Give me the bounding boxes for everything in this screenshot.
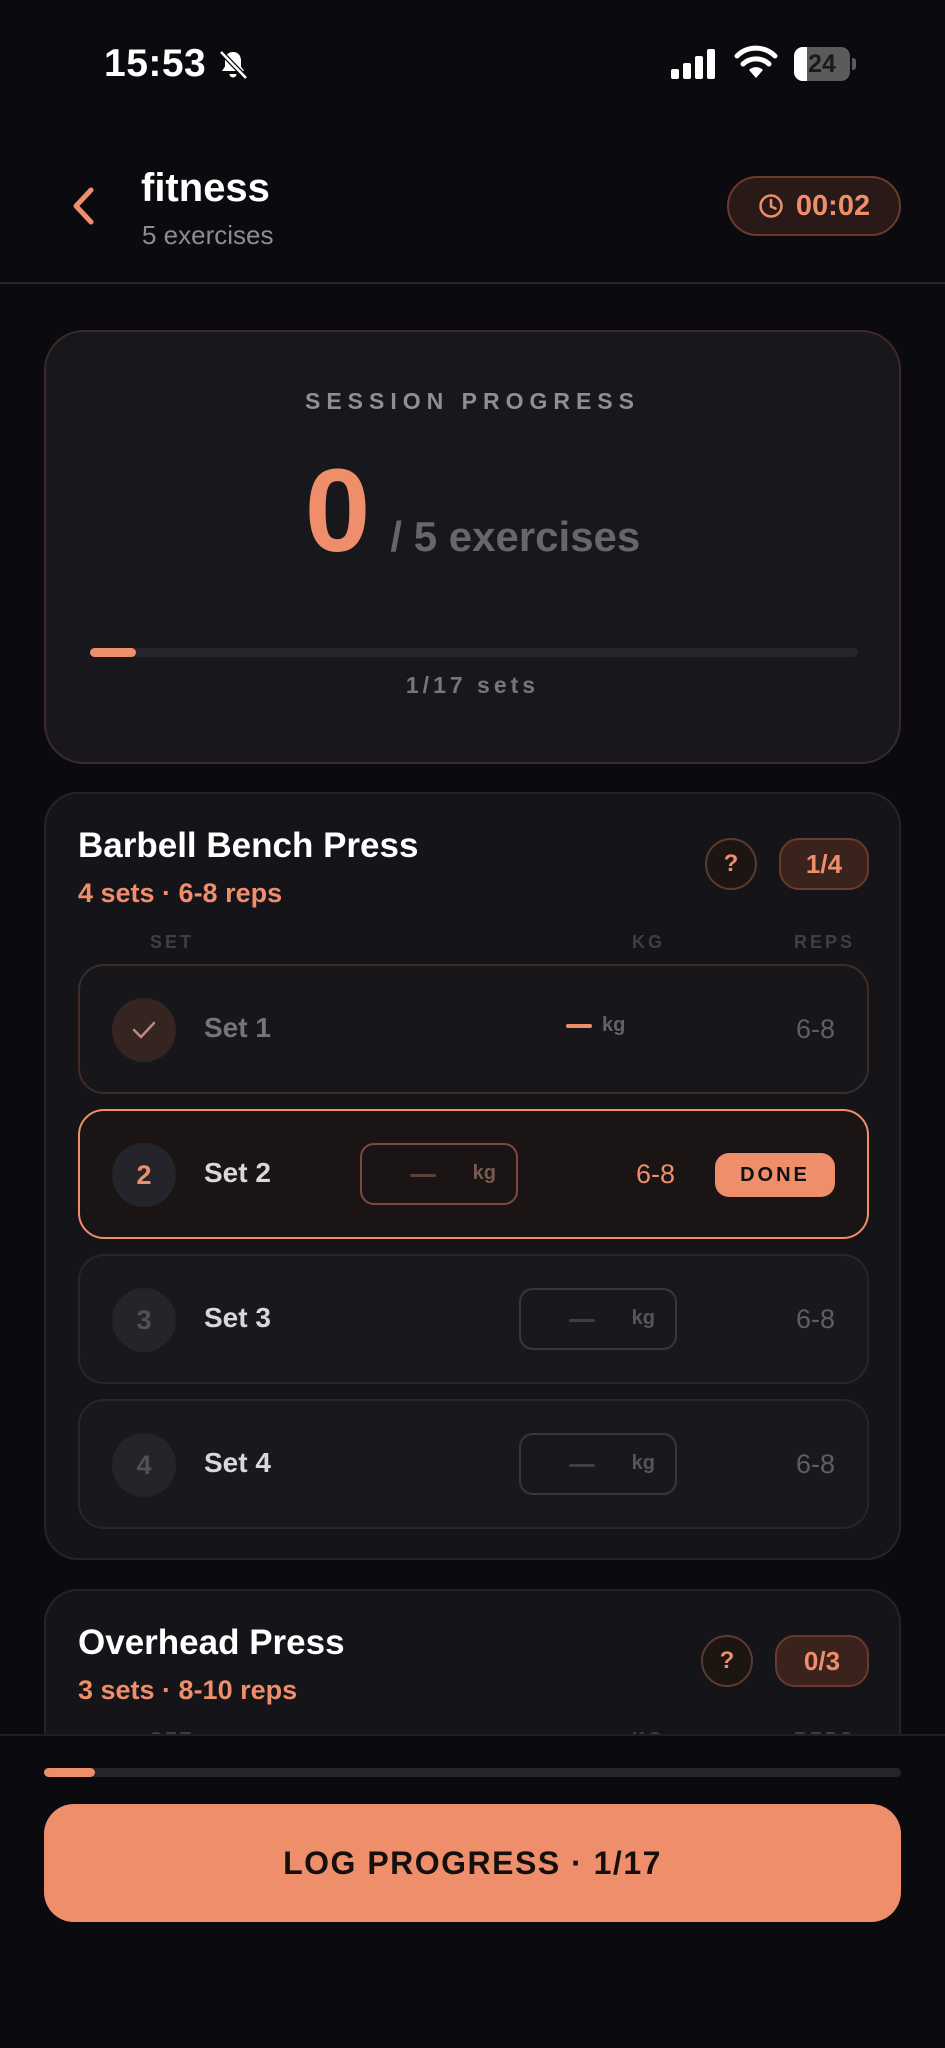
chevron-left-icon	[73, 187, 94, 225]
sets-count-badge: 1/4	[779, 838, 869, 890]
set-number: 4	[112, 1433, 176, 1497]
column-header-set: SET	[150, 932, 195, 952]
log-progress-button[interactable]: LOG PROGRESS · 1/17	[44, 1804, 901, 1922]
set-label: Set 4	[204, 1447, 271, 1478]
completed-exercises-count: 0	[304, 445, 371, 577]
session-progress-fill	[90, 648, 137, 657]
exercise-name: Barbell Bench Press	[78, 826, 419, 865]
status-time: 15:53	[104, 42, 207, 85]
set-row-4[interactable]: 4 Set 4 kg 6-8	[78, 1399, 869, 1529]
kg-unit: kg	[631, 1452, 655, 1474]
back-button[interactable]	[60, 180, 106, 232]
column-header-reps: REPS	[794, 932, 856, 952]
kg-unit: kg	[472, 1162, 496, 1184]
done-button[interactable]: DONE	[715, 1153, 835, 1197]
wifi-icon	[734, 45, 778, 78]
kg-unit: kg	[631, 1307, 655, 1329]
exercise-name: Overhead Press	[78, 1623, 345, 1662]
set-label: Set 2	[204, 1157, 271, 1188]
exercise-meta: 4 sets · 6-8 reps	[78, 878, 283, 908]
weight-input[interactable]: kg	[360, 1143, 518, 1205]
status-bar: 15:53 24	[0, 0, 945, 120]
set-reps: 6-8	[795, 1449, 835, 1479]
set-complete-check-icon[interactable]	[112, 998, 176, 1062]
exercise-meta: 3 sets · 8-10 reps	[78, 1675, 298, 1705]
cellular-signal-icon	[671, 49, 715, 79]
sets-progress-label: 1/17 sets	[405, 672, 540, 698]
battery-icon: 24	[794, 47, 856, 81]
overall-progress-bar	[44, 1768, 901, 1777]
set-label: Set 1	[204, 1012, 271, 1043]
session-progress-label: SESSION PROGRESS	[304, 388, 640, 414]
exercise-card: Barbell Bench Press 4 sets · 6-8 reps ? …	[44, 792, 901, 1560]
clock-icon	[759, 194, 783, 218]
muted-bell-icon	[219, 50, 248, 80]
sets-count-badge: 0/3	[775, 1635, 869, 1687]
session-count-row: 0 / 5 exercises	[46, 452, 899, 570]
set-reps: 6-8	[795, 1304, 835, 1334]
exercise-help-button[interactable]: ?	[701, 1635, 753, 1687]
exercise-help-button[interactable]: ?	[705, 838, 757, 890]
session-progress-card: SESSION PROGRESS 0 / 5 exercises 1/17 se…	[44, 330, 901, 764]
weight-input[interactable]: kg	[519, 1288, 677, 1350]
set-row-3[interactable]: 3 Set 3 kg 6-8	[78, 1254, 869, 1384]
set-number: 3	[112, 1288, 176, 1352]
session-progress-bar	[90, 648, 858, 657]
overall-progress-fill	[44, 1768, 96, 1777]
timer-value: 00:02	[795, 189, 871, 222]
workout-timer[interactable]: 00:02	[727, 176, 901, 236]
weight-input[interactable]: kg	[519, 1433, 677, 1495]
set-number: 2	[112, 1143, 176, 1207]
set-label: Set 3	[204, 1302, 271, 1333]
page-title: fitness	[141, 166, 270, 210]
set-row-2[interactable]: 2 Set 2 kg 6-8 DONE	[78, 1109, 869, 1239]
set-reps: 6-8	[635, 1159, 675, 1189]
bottom-action-bar: LOG PROGRESS · 1/17	[0, 1734, 945, 2048]
column-header-kg: KG	[632, 932, 665, 952]
total-exercises-label: / 5 exercises	[390, 513, 641, 560]
battery-level: 24	[808, 50, 836, 78]
logged-weight: kg	[566, 1014, 625, 1037]
set-reps: 6-8	[795, 1014, 835, 1044]
set-row-1[interactable]: Set 1 kg 6-8	[78, 964, 869, 1094]
header: fitness 5 exercises 00:02	[0, 150, 945, 284]
page-subtitle: 5 exercises	[142, 220, 274, 250]
kg-unit: kg	[602, 1014, 626, 1036]
